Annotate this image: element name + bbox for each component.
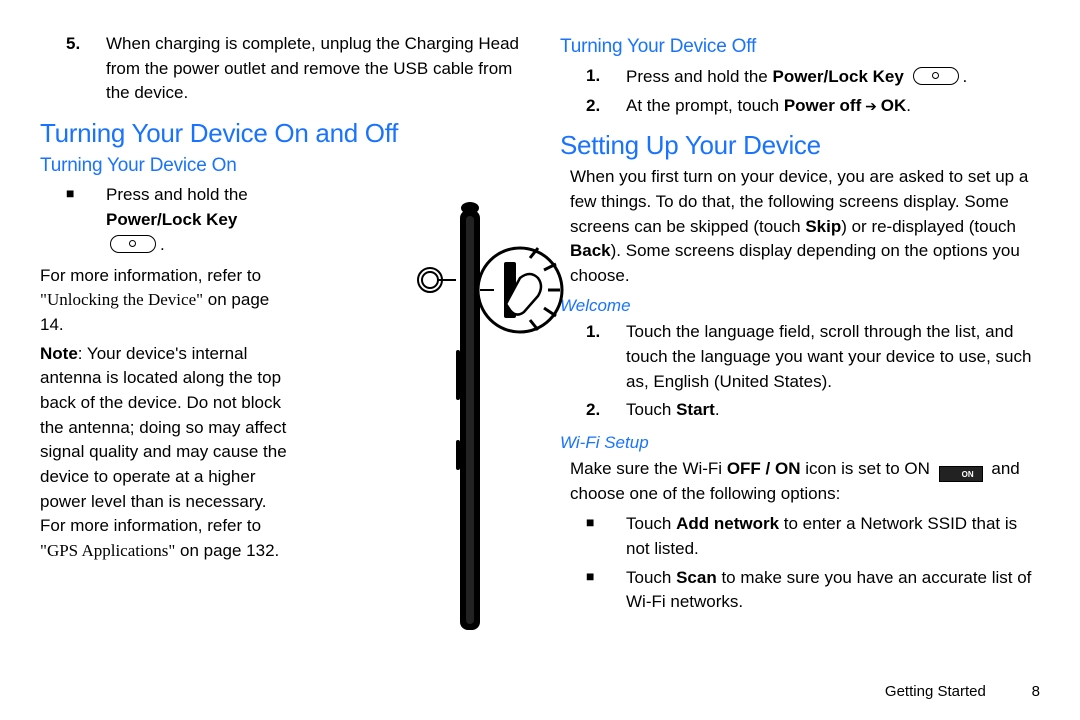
off-step-2: 2. At the prompt, touch Power off ➔ OK.	[560, 92, 1040, 121]
page-footer: Getting Started 8	[885, 683, 1040, 700]
gps-ref: "GPS Applications"	[40, 541, 175, 560]
step-5: 5. When charging is complete, unplug the…	[40, 30, 520, 108]
section-name: Getting Started	[885, 683, 986, 700]
heading-on-off: Turning Your Device On and Off	[40, 118, 520, 149]
heading-wifi: Wi-Fi Setup	[560, 433, 1040, 453]
welcome-step-2: 2. Touch Start.	[560, 396, 1040, 425]
power-key-icon	[110, 235, 156, 253]
power-lock-key-label: Power/Lock Key	[106, 210, 237, 229]
step-text: When charging is complete, unplug the Ch…	[106, 32, 520, 106]
heading-setup: Setting Up Your Device	[560, 130, 1040, 161]
step-number: 5.	[66, 32, 106, 106]
left-column: 5. When charging is complete, unplug the…	[30, 30, 540, 670]
refer-unlock: For more information, refer to "Unlockin…	[40, 264, 290, 338]
setup-intro: When you first turn on your device, you …	[560, 165, 1040, 288]
press-hold-text: Press and hold the	[106, 185, 248, 204]
heading-welcome: Welcome	[560, 296, 1040, 316]
heading-device-on: Turning Your Device On	[40, 155, 520, 177]
off-step-1: 1. Press and hold the Power/Lock Key .	[560, 62, 1040, 92]
antenna-note: Note: Your device's internal antenna is …	[40, 342, 290, 564]
bullet-press-hold: ■ Press and hold the Power/Lock Key .	[40, 181, 290, 260]
bullet-icon: ■	[586, 566, 626, 615]
note-label: Note	[40, 344, 78, 363]
wifi-on-icon: ON	[939, 466, 983, 482]
welcome-step-1: 1. Touch the language field, scroll thro…	[560, 318, 1040, 396]
unlock-ref: "Unlocking the Device"	[40, 290, 203, 309]
wifi-intro: Make sure the Wi-Fi OFF / ON icon is set…	[560, 457, 1040, 506]
bullet-icon: ■	[586, 512, 626, 561]
arrow-icon: ➔	[861, 98, 881, 114]
heading-device-off: Turning Your Device Off	[560, 36, 1040, 58]
power-key-icon	[913, 67, 959, 85]
wifi-bullet-add: ■ Touch Add network to enter a Network S…	[560, 510, 1040, 563]
page-number: 8	[1010, 683, 1040, 700]
manual-page: 5. When charging is complete, unplug the…	[0, 0, 1080, 680]
bullet-icon: ■	[66, 183, 106, 258]
right-column: Turning Your Device Off 1. Press and hol…	[540, 30, 1050, 670]
device-illustration	[410, 200, 570, 660]
on-instructions: ■ Press and hold the Power/Lock Key . Fo…	[40, 181, 290, 564]
wifi-bullet-scan: ■ Touch Scan to make sure you have an ac…	[560, 564, 1040, 617]
